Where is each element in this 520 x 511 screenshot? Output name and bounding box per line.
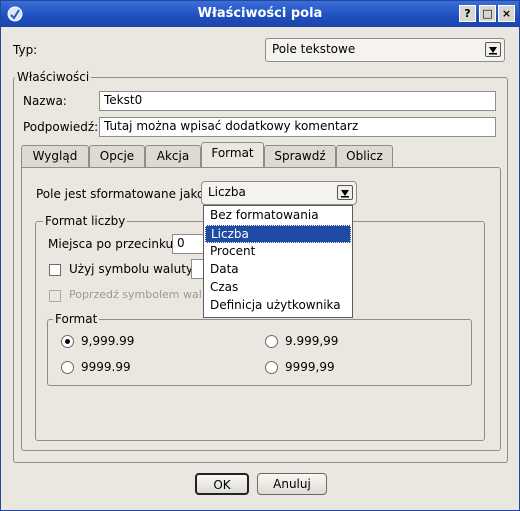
decimals-label: Miejsca po przecinku:	[48, 237, 178, 251]
dropdown-option-percent[interactable]: Procent	[205, 243, 351, 261]
format-option-4: 9999,99	[285, 360, 335, 374]
number-format-legend: Format liczby	[43, 214, 128, 228]
type-label: Typ:	[13, 43, 38, 57]
format-dropdown-list: Bez formatowania Liczba Procent Data Cza…	[203, 205, 353, 318]
cancel-button[interactable]: Anuluj	[257, 473, 327, 495]
format-as-value: Liczba	[208, 185, 246, 199]
chevron-down-icon	[337, 185, 353, 200]
prepend-currency-label: Poprzedź symbolem wal	[69, 288, 202, 301]
format-legend: Format	[53, 312, 100, 326]
type-select[interactable]: Pole tekstowe	[265, 38, 505, 62]
type-select-value: Pole tekstowe	[272, 42, 356, 56]
close-button[interactable]: ×	[498, 5, 515, 22]
prepend-currency-checkbox[interactable]	[49, 290, 61, 302]
window-title: Właściwości pola	[197, 6, 323, 21]
dropdown-option-custom[interactable]: Definicja użytkownika	[205, 297, 351, 315]
dropdown-option-number[interactable]: Liczba	[205, 225, 351, 243]
tooltip-field[interactable]: Tutaj można wpisać dodatkowy komentarz	[99, 117, 496, 137]
maximize-button[interactable]: □	[479, 5, 496, 22]
format-as-label: Pole jest sformatowane jako:	[36, 187, 209, 201]
chevron-down-icon	[485, 42, 501, 57]
tab-options[interactable]: Opcje	[89, 145, 145, 167]
format-group	[47, 319, 472, 386]
format-as-select[interactable]: Liczba	[201, 181, 357, 205]
title-bar[interactable]: Właściwości pola ? □ ×	[1, 1, 519, 27]
currency-label: Użyj symbolu waluty	[69, 262, 194, 276]
properties-legend: Właściwości	[15, 70, 92, 84]
format-radio-4[interactable]	[265, 361, 278, 374]
tab-validate[interactable]: Sprawdź	[264, 145, 336, 167]
format-radio-3[interactable]	[61, 361, 74, 374]
tab-appearance[interactable]: Wygląd	[21, 145, 89, 167]
format-radio-1[interactable]	[61, 335, 74, 348]
format-radio-2[interactable]	[265, 335, 278, 348]
dropdown-option-none[interactable]: Bez formatowania	[205, 207, 351, 225]
format-option-1: 9,999.99	[81, 334, 135, 348]
format-option-2: 9.999,99	[285, 334, 339, 348]
dropdown-option-date[interactable]: Data	[205, 261, 351, 279]
ok-button[interactable]: OK	[195, 473, 249, 495]
name-label: Nazwa:	[23, 94, 67, 108]
tab-calculate[interactable]: Oblicz	[336, 145, 393, 167]
tooltip-label: Podpowiedź:	[23, 120, 99, 134]
tab-format[interactable]: Format	[201, 142, 264, 167]
name-field[interactable]: Tekst0	[99, 91, 496, 111]
tab-action[interactable]: Akcja	[145, 145, 201, 167]
properties-dialog: Właściwości pola ? □ × Typ: Pole tekstow…	[0, 0, 520, 511]
dropdown-option-time[interactable]: Czas	[205, 279, 351, 297]
radio-selected-dot	[65, 339, 70, 344]
help-button[interactable]: ?	[459, 5, 476, 22]
format-option-3: 9999.99	[81, 360, 131, 374]
currency-checkbox[interactable]	[49, 264, 61, 276]
